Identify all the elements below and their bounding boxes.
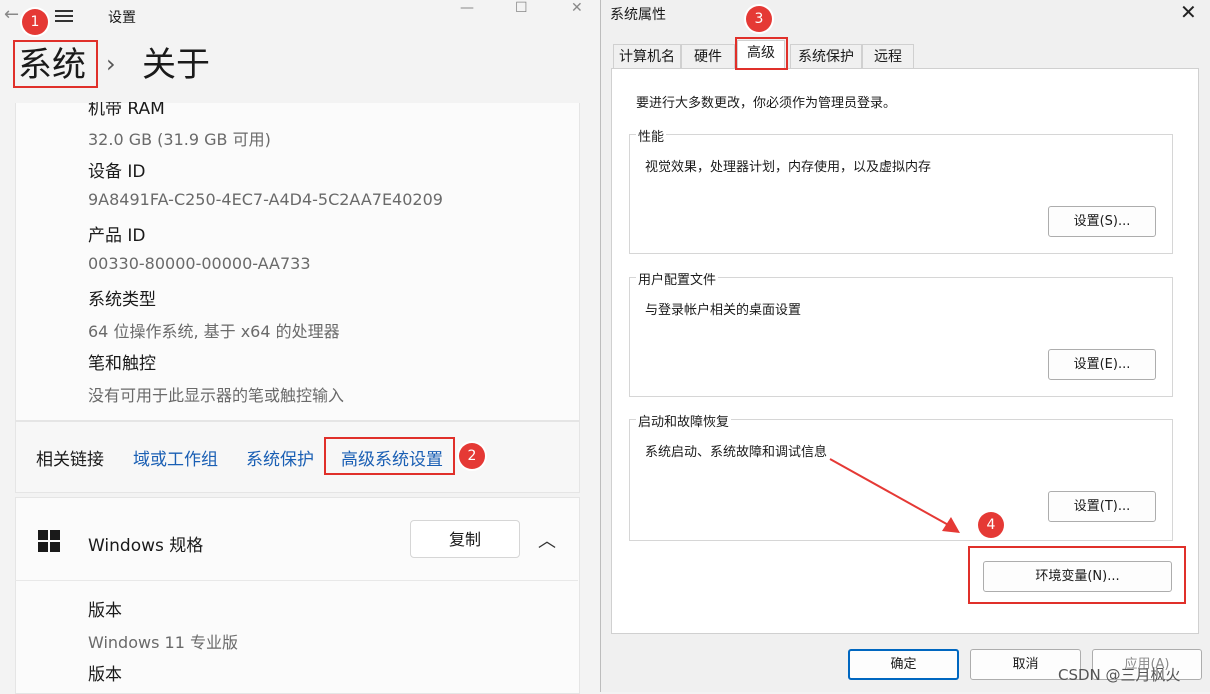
close-settings-icon[interactable]: ✕ — [571, 0, 583, 16]
performance-group-title: 性能 — [636, 126, 667, 145]
tab-system-protection[interactable]: 系统保护 — [790, 44, 862, 68]
startup-recovery-group-title: 启动和故障恢复 — [636, 411, 732, 430]
highlight-box-3 — [735, 37, 788, 70]
annotation-arrow — [829, 458, 960, 533]
startup-recovery-desc: 系统启动、系统故障和调试信息 — [645, 445, 828, 460]
spec-label-product-id: 产品 ID — [88, 226, 146, 246]
related-links-label: 相关链接 — [36, 450, 104, 470]
spec-label-device-id: 设备 ID — [88, 162, 146, 182]
menu-icon[interactable] — [55, 10, 73, 22]
spec-label-system-type: 系统类型 — [88, 290, 156, 310]
user-profiles-desc: 与登录帐户相关的桌面设置 — [645, 303, 802, 318]
performance-settings-button[interactable]: 设置(S)... — [1048, 206, 1156, 237]
settings-title: 设置 — [108, 10, 136, 26]
divider — [15, 580, 578, 581]
ok-button[interactable]: 确定 — [848, 649, 959, 680]
tab-remote[interactable]: 远程 — [862, 44, 914, 68]
link-domain-workgroup[interactable]: 域或工作组 — [133, 445, 218, 470]
edition-label: 版本 — [88, 601, 122, 621]
copy-button[interactable]: 复制 — [410, 520, 520, 558]
tab-computer-name[interactable]: 计算机名 — [613, 44, 681, 68]
minimize-icon[interactable]: — — [460, 0, 474, 16]
watermark: CSDN @三月枫火 — [1058, 666, 1181, 684]
link-system-protection[interactable]: 系统保护 — [246, 445, 314, 470]
annotation-badge-2: 2 — [459, 443, 485, 469]
maximize-icon[interactable]: ☐ — [515, 0, 528, 16]
highlight-box-2 — [324, 437, 455, 475]
user-profiles-group-title: 用户配置文件 — [636, 269, 719, 288]
breadcrumb-separator: › — [106, 50, 116, 78]
back-arrow-icon[interactable]: ← — [4, 4, 24, 26]
tab-hardware[interactable]: 硬件 — [681, 44, 735, 68]
dialog-close-icon[interactable]: ✕ — [1180, 0, 1197, 24]
spec-value-device-id: 9A8491FA-C250-4EC7-A4D4-5C2AA7E40209 — [88, 190, 443, 209]
version-label: 版本 — [88, 665, 122, 685]
spec-label-pen-touch: 笔和触控 — [88, 354, 156, 374]
annotation-badge-3: 3 — [746, 6, 772, 32]
edition-value: Windows 11 专业版 — [88, 633, 238, 652]
spec-value-product-id: 00330-80000-00000-AA733 — [88, 254, 311, 273]
startup-recovery-settings-button[interactable]: 设置(T)... — [1048, 491, 1156, 522]
highlight-box-4 — [968, 546, 1186, 604]
spec-value-pen-touch: 没有可用于此显示器的笔或触控输入 — [88, 386, 345, 405]
windows-logo-icon — [38, 530, 60, 552]
user-profiles-settings-button[interactable]: 设置(E)... — [1048, 349, 1156, 380]
windows-spec-title: Windows 规格 — [88, 536, 204, 556]
dialog-title: 系统属性 — [610, 7, 666, 23]
annotation-badge-1: 1 — [22, 9, 48, 35]
spec-value-system-type: 64 位操作系统, 基于 x64 的处理器 — [88, 322, 340, 341]
page-title: 关于 — [142, 45, 210, 85]
chevron-up-icon[interactable]: ︿ — [538, 527, 556, 553]
admin-note: 要进行大多数更改，你必须作为管理员登录。 — [636, 96, 897, 111]
annotation-badge-4: 4 — [978, 512, 1004, 538]
performance-desc: 视觉效果，处理器计划，内存使用，以及虚拟内存 — [645, 160, 932, 175]
spec-value-ram: 32.0 GB (31.9 GB 可用) — [88, 130, 271, 149]
related-links-row: 相关链接 域或工作组 系统保护 高级系统设置 — [15, 421, 580, 493]
highlight-box-1 — [13, 40, 98, 88]
